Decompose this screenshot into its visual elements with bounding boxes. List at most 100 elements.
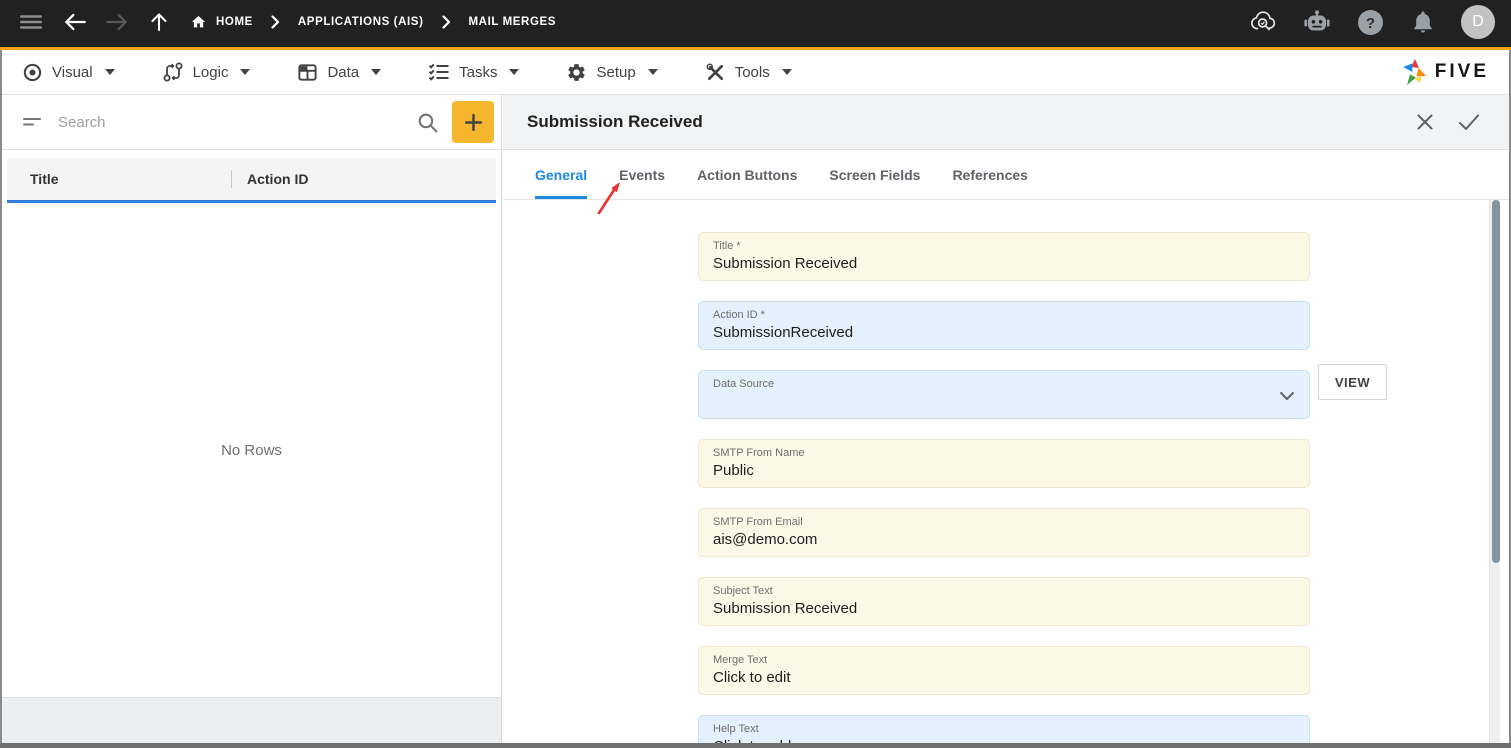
window-frame-left xyxy=(0,50,2,748)
view-button[interactable]: VIEW xyxy=(1318,364,1387,400)
menu-items: Visual Logic Data Tasks Setup Tools xyxy=(22,61,839,83)
breadcrumb-chevron-icon xyxy=(441,15,451,29)
svg-text:?: ? xyxy=(1365,15,1374,32)
field-smtp-from-email[interactable]: SMTP From Email ais@demo.com xyxy=(698,508,1310,557)
tab-screen-fields[interactable]: Screen Fields xyxy=(829,150,920,199)
menu-tasks-icon xyxy=(428,62,450,82)
field-merge-text[interactable]: Merge Text Click to edit xyxy=(698,646,1310,695)
save-check-icon[interactable] xyxy=(1455,108,1483,136)
five-logo-text: FIVE xyxy=(1434,61,1489,82)
field-label: Merge Text xyxy=(713,654,768,666)
field-action-id[interactable]: Action ID * SubmissionReceived xyxy=(698,301,1310,350)
detail-header: Submission Received xyxy=(503,95,1509,150)
no-rows-message: No Rows xyxy=(221,441,282,459)
detail-panel: Submission Received General Events Action … xyxy=(503,95,1509,748)
field-value: ais@demo.com xyxy=(713,531,818,548)
menu-item-tasks[interactable]: Tasks xyxy=(428,62,520,82)
field-label: Subject Text xyxy=(713,585,773,597)
record-list-panel: Title Action ID No Rows xyxy=(2,95,502,743)
field-smtp-from-name[interactable]: SMTP From Name Public xyxy=(698,439,1310,488)
search-row xyxy=(2,95,501,150)
form-content: Title * Submission Received Action ID * Sub… xyxy=(503,200,1509,748)
tab-general[interactable]: General xyxy=(535,150,588,199)
field-data-source[interactable]: Data Source xyxy=(698,370,1310,419)
cloud-search-icon[interactable] xyxy=(1249,7,1279,37)
field-label: Data Source xyxy=(713,378,775,390)
menu-item-label: Tools xyxy=(734,63,770,81)
field-label: Action ID * xyxy=(713,309,765,321)
back-arrow-icon[interactable] xyxy=(60,7,90,37)
menu-item-label: Setup xyxy=(596,63,636,81)
breadcrumb-label: MAIL MERGES xyxy=(468,16,557,28)
field-label: Title * xyxy=(713,240,741,252)
search-input[interactable] xyxy=(58,113,416,131)
add-record-button[interactable] xyxy=(452,101,494,143)
field-value: Submission Received xyxy=(713,600,858,617)
record-list-body: No Rows xyxy=(2,203,501,697)
five-logo-pinwheel-icon xyxy=(1402,59,1426,85)
column-header-action-id[interactable]: Action ID xyxy=(232,171,308,187)
column-header-title[interactable]: Title xyxy=(7,171,231,187)
hamburger-menu-icon[interactable] xyxy=(16,7,46,37)
field-subject-text[interactable]: Subject Text Submission Received xyxy=(698,577,1310,626)
search-icon[interactable] xyxy=(416,111,439,134)
forward-arrow-icon[interactable] xyxy=(102,7,132,37)
field-value: Click to edit xyxy=(713,669,791,686)
breadcrumb-label: HOME xyxy=(216,16,253,28)
notifications-bell-icon[interactable] xyxy=(1408,7,1438,37)
window-frame-bottom xyxy=(0,743,1511,748)
filter-icon[interactable] xyxy=(22,112,42,132)
user-avatar[interactable]: D xyxy=(1461,5,1495,39)
field-title[interactable]: Title * Submission Received xyxy=(698,232,1310,281)
list-column-headers: Title Action ID xyxy=(7,158,496,203)
detail-title: Submission Received xyxy=(527,112,703,131)
chevron-down-caret-icon xyxy=(647,69,658,75)
menu-item-label: Data xyxy=(327,63,360,81)
menu-data-icon xyxy=(297,62,318,83)
chevron-down-icon[interactable] xyxy=(1279,388,1295,406)
field-value: Public xyxy=(713,462,754,479)
help-icon[interactable]: ? xyxy=(1355,7,1385,37)
chevron-down-caret-icon xyxy=(371,69,382,75)
field-value: Submission Received xyxy=(713,255,858,272)
menu-item-visual[interactable]: Visual xyxy=(22,62,115,83)
scrollbar-thumb[interactable] xyxy=(1491,200,1500,563)
menu-toolbar: Visual Logic Data Tasks Setup Tools FIVE xyxy=(0,50,1511,95)
breadcrumb-label: APPLICATIONS (AIS) xyxy=(297,16,424,28)
chevron-down-caret-icon xyxy=(104,69,115,75)
breadcrumb-item-mail-merges[interactable]: MAIL MERGES xyxy=(469,16,557,28)
up-arrow-icon[interactable] xyxy=(144,7,174,37)
chevron-down-caret-icon xyxy=(240,69,251,75)
tab-events[interactable]: Events xyxy=(619,150,665,199)
home-icon xyxy=(190,14,207,30)
breadcrumb-chevron-icon xyxy=(271,15,280,29)
top-navbar: HOME APPLICATIONS (AIS) MAIL MERGES ? D xyxy=(0,0,1511,50)
form-fields: Title * Submission Received Action ID * Sub… xyxy=(698,232,1310,748)
detail-tabs: General Events Action Buttons Screen Fields… xyxy=(503,150,1509,200)
menu-tools-icon xyxy=(705,62,726,83)
menu-logic-icon xyxy=(162,61,184,83)
breadcrumb-item-home[interactable]: HOME xyxy=(190,14,253,30)
menu-item-label: Logic xyxy=(192,63,229,81)
menu-item-label: Tasks xyxy=(459,63,498,81)
tab-references[interactable]: References xyxy=(952,150,1028,199)
menu-item-data[interactable]: Data xyxy=(297,62,382,83)
close-icon[interactable] xyxy=(1411,108,1439,136)
list-footer xyxy=(2,697,501,743)
field-value: SubmissionReceived xyxy=(713,324,854,341)
menu-visual-icon xyxy=(22,62,43,83)
menu-item-setup[interactable]: Setup xyxy=(566,62,658,83)
five-logo: FIVE xyxy=(1401,58,1489,86)
field-value xyxy=(713,391,1295,412)
field-label: SMTP From Name xyxy=(713,447,805,459)
field-label: Help Text xyxy=(713,723,759,735)
vertical-scrollbar[interactable] xyxy=(1489,200,1500,743)
menu-item-tools[interactable]: Tools xyxy=(705,62,792,83)
assistant-bot-icon[interactable] xyxy=(1302,7,1332,37)
breadcrumb-item-applications-ais[interactable]: APPLICATIONS (AIS) xyxy=(298,16,424,28)
topbar-right-icons: ? D xyxy=(1249,5,1495,39)
tab-action-buttons[interactable]: Action Buttons xyxy=(697,150,797,199)
menu-item-logic[interactable]: Logic xyxy=(162,61,251,83)
plus-icon xyxy=(464,113,482,131)
breadcrumb: HOME APPLICATIONS (AIS) MAIL MERGES xyxy=(190,14,556,30)
